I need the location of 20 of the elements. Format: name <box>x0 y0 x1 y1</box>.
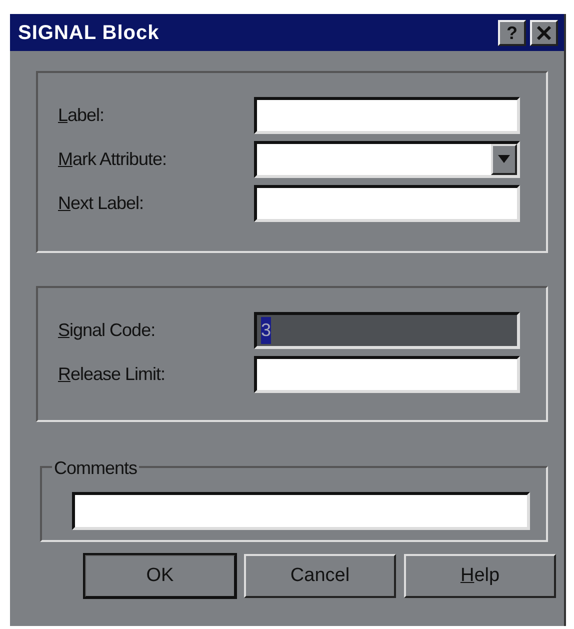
input-field[interactable] <box>254 184 520 222</box>
field-value: 3 <box>261 316 271 344</box>
comments-field[interactable] <box>72 492 530 530</box>
caret-icon <box>498 155 510 163</box>
input-field[interactable] <box>254 356 520 392</box>
help-button[interactable]: ? <box>498 20 526 46</box>
field-label: Release Limit: <box>58 362 166 386</box>
dialog-button[interactable]: Help <box>404 554 556 598</box>
dropdown-arrow-button[interactable] <box>491 144 517 174</box>
field-label: Signal Code: <box>58 318 156 342</box>
dropdown-field[interactable] <box>254 140 520 178</box>
close-button[interactable] <box>530 20 558 46</box>
close-icon <box>536 26 552 40</box>
field-label: Next Label: <box>58 192 145 214</box>
input-field[interactable] <box>254 96 520 134</box>
window-title: SIGNAL Block <box>18 20 160 46</box>
field-label: Label: <box>58 104 106 126</box>
dialog-button[interactable]: Cancel <box>244 554 396 598</box>
dialog-button[interactable]: OK <box>84 554 236 598</box>
dropdown-label: Mark Attribute: <box>58 148 168 170</box>
